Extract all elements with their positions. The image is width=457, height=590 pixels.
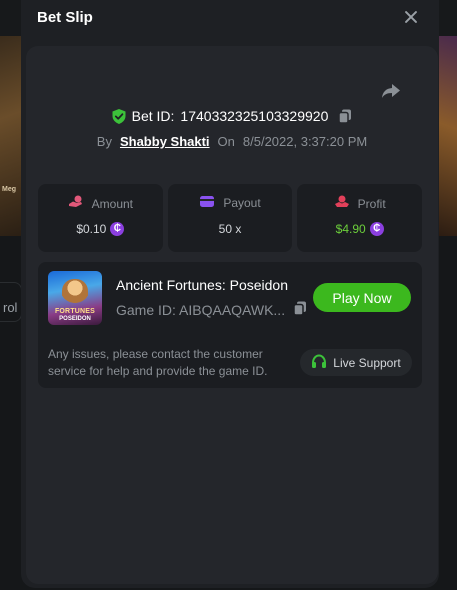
profit-label: Profit (357, 196, 386, 211)
copy-icon[interactable] (338, 109, 352, 124)
payout-card: Payout 50 x (167, 184, 293, 252)
hand-coin-icon (334, 195, 350, 212)
play-now-button[interactable]: Play Now (313, 283, 411, 312)
bet-meta-row: By Shabby Shakti On 8/5/2022, 3:37:20 PM (26, 134, 438, 149)
amount-label: Amount (91, 196, 134, 211)
background-tile-label: Meg (2, 186, 16, 193)
modal-header: Bet Slip (21, 0, 439, 40)
game-id: Game ID: AIBQAAQAWK... (116, 302, 286, 318)
game-thumbnail[interactable]: FORTUNES POSEIDON (48, 271, 102, 325)
profit-value: $4.90 (335, 222, 366, 236)
close-icon[interactable] (403, 9, 419, 25)
copy-icon[interactable] (293, 301, 307, 319)
on-label: On (217, 134, 235, 149)
payout-label: Payout (223, 196, 261, 210)
game-id-row: Game ID: AIBQAAQAWK... (116, 301, 307, 319)
amount-value: $0.10 (76, 222, 107, 236)
live-support-button[interactable]: Live Support (300, 349, 412, 376)
game-card: FORTUNES POSEIDON Ancient Fortunes: Pose… (38, 262, 422, 388)
bet-slip-modal: Bet Slip Bet ID: 1740332325103329920 By … (21, 0, 439, 588)
thumbnail-title-line2: POSEIDON (59, 316, 91, 322)
coin-icon: ₵ (369, 222, 384, 236)
username-link[interactable]: Shabby Shakti (120, 134, 210, 149)
thumbnail-title-line1: FORTUNES (54, 308, 96, 315)
headset-icon (311, 353, 327, 372)
background-game-tile-left (0, 36, 22, 236)
poseidon-figure-icon (62, 279, 88, 309)
by-label: By (96, 134, 112, 149)
bet-id-label: Bet ID: (131, 108, 175, 124)
background-game-tile-right (437, 36, 457, 236)
bet-datetime: 8/5/2022, 3:37:20 PM (242, 134, 368, 149)
modal-title: Bet Slip (37, 9, 93, 26)
bet-stats: Amount $0.10 ₵ Payout 50 x Profit $4.90 … (38, 184, 423, 252)
amount-card: Amount $0.10 ₵ (38, 184, 163, 252)
profit-card: Profit $4.90 ₵ (297, 184, 423, 252)
game-title: Ancient Fortunes: Poseidon (116, 277, 288, 293)
live-support-label: Live Support (333, 355, 401, 370)
bet-id-row: Bet ID: 1740332325103329920 (26, 108, 438, 127)
background-input-text: rol (3, 300, 18, 315)
shield-check-icon (112, 108, 126, 124)
bet-id-value: 1740332325103329920 (180, 108, 329, 124)
coin-icon: ₵ (110, 222, 125, 236)
share-icon[interactable] (380, 80, 402, 102)
bet-slip-content: Bet ID: 1740332325103329920 By Shabby Sh… (26, 46, 438, 584)
support-notice: Any issues, please contact the customer … (48, 347, 268, 378)
wallet-icon (199, 195, 215, 211)
hand-coin-icon (68, 195, 84, 212)
payout-value: 50 x (218, 222, 242, 236)
